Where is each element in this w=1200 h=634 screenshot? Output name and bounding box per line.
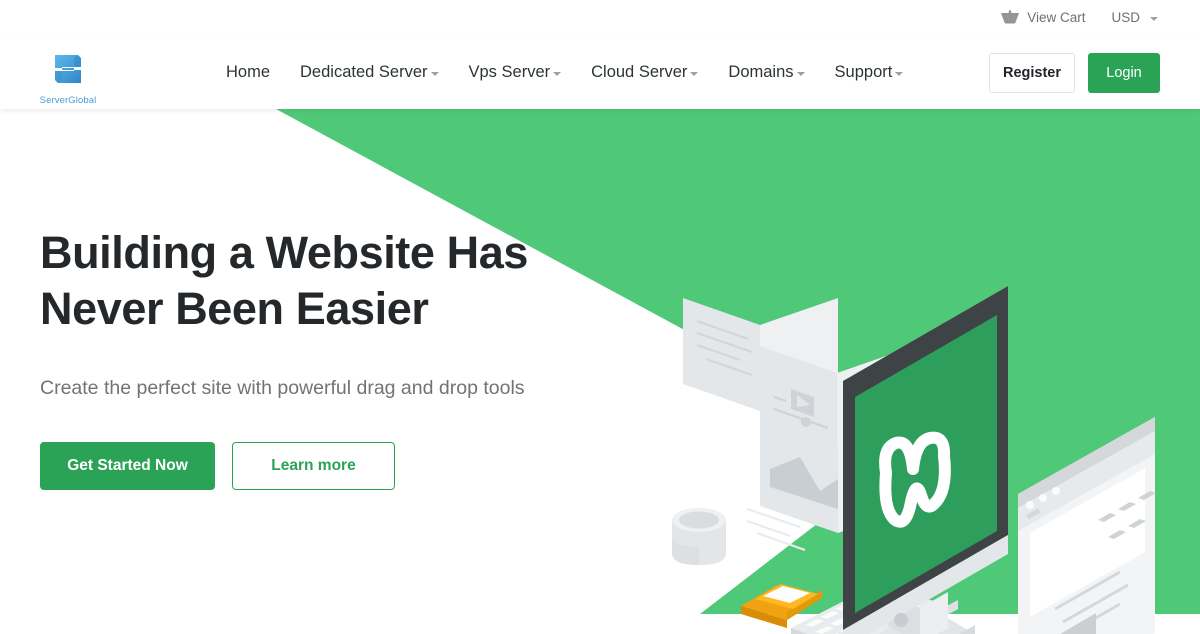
brand-name: ServerGlobal [39,95,97,106]
nav-item-home[interactable]: Home [226,64,270,81]
currency-label: USD [1111,10,1140,26]
register-button[interactable]: Register [989,52,1075,93]
hero-subtitle: Create the perfect site with powerful dr… [40,377,525,399]
get-started-button[interactable]: Get Started Now [40,442,215,490]
currency-selector[interactable]: USD [1111,11,1158,25]
serverglobal-s-logo-icon [48,49,88,94]
chevron-down-icon [1150,17,1158,21]
primary-navigation: Home Dedicated Server Vps Server Cloud S… [226,36,904,109]
nav-item-label: Cloud Server [591,63,688,82]
hero-title: Building a Website Has Never Been Easier [40,225,620,337]
chevron-down-icon [796,71,805,76]
nav-item-label: Domains [728,63,794,82]
view-cart-label: View Cart [1027,10,1086,26]
chevron-down-icon [690,71,699,76]
chevron-down-icon [553,71,562,76]
hero-content: Building a Website Has Never Been Easier… [40,225,620,490]
hero-cta-group: Get Started Now Learn more [40,442,620,490]
navbar-actions: Register Login [989,36,1160,109]
chevron-down-icon [430,71,439,76]
nav-item-cloud-server[interactable]: Cloud Server [591,63,699,82]
nav-item-domains[interactable]: Domains [728,63,805,82]
nav-item-label: Support [834,63,893,82]
login-button[interactable]: Login [1088,52,1160,93]
brand-logo[interactable]: ServerGlobal [40,49,96,106]
hero-title-line-1: Building a Website Has [40,227,528,278]
nav-item-label: Dedicated Server [300,63,428,82]
nav-item-label: Vps Server [468,63,551,82]
coffee-cup [672,508,726,565]
learn-more-button[interactable]: Learn more [232,442,395,490]
nav-item-vps-server[interactable]: Vps Server [469,64,562,81]
hero-title-line-2: Never Been Easier [40,283,429,334]
nav-item-support[interactable]: Support [835,64,904,81]
hero-section: Building a Website Has Never Been Easier… [0,109,1200,634]
view-cart-link[interactable]: View Cart [1000,9,1085,28]
chevron-down-icon [895,71,904,76]
shopping-basket-icon [1000,9,1020,28]
nav-item-dedicated-server[interactable]: Dedicated Server [300,63,439,82]
top-utility-bar: View Cart USD [0,0,1200,36]
main-navbar: ServerGlobal Home Dedicated Server Vps S… [0,36,1200,109]
nav-item-label: Home [226,63,271,82]
